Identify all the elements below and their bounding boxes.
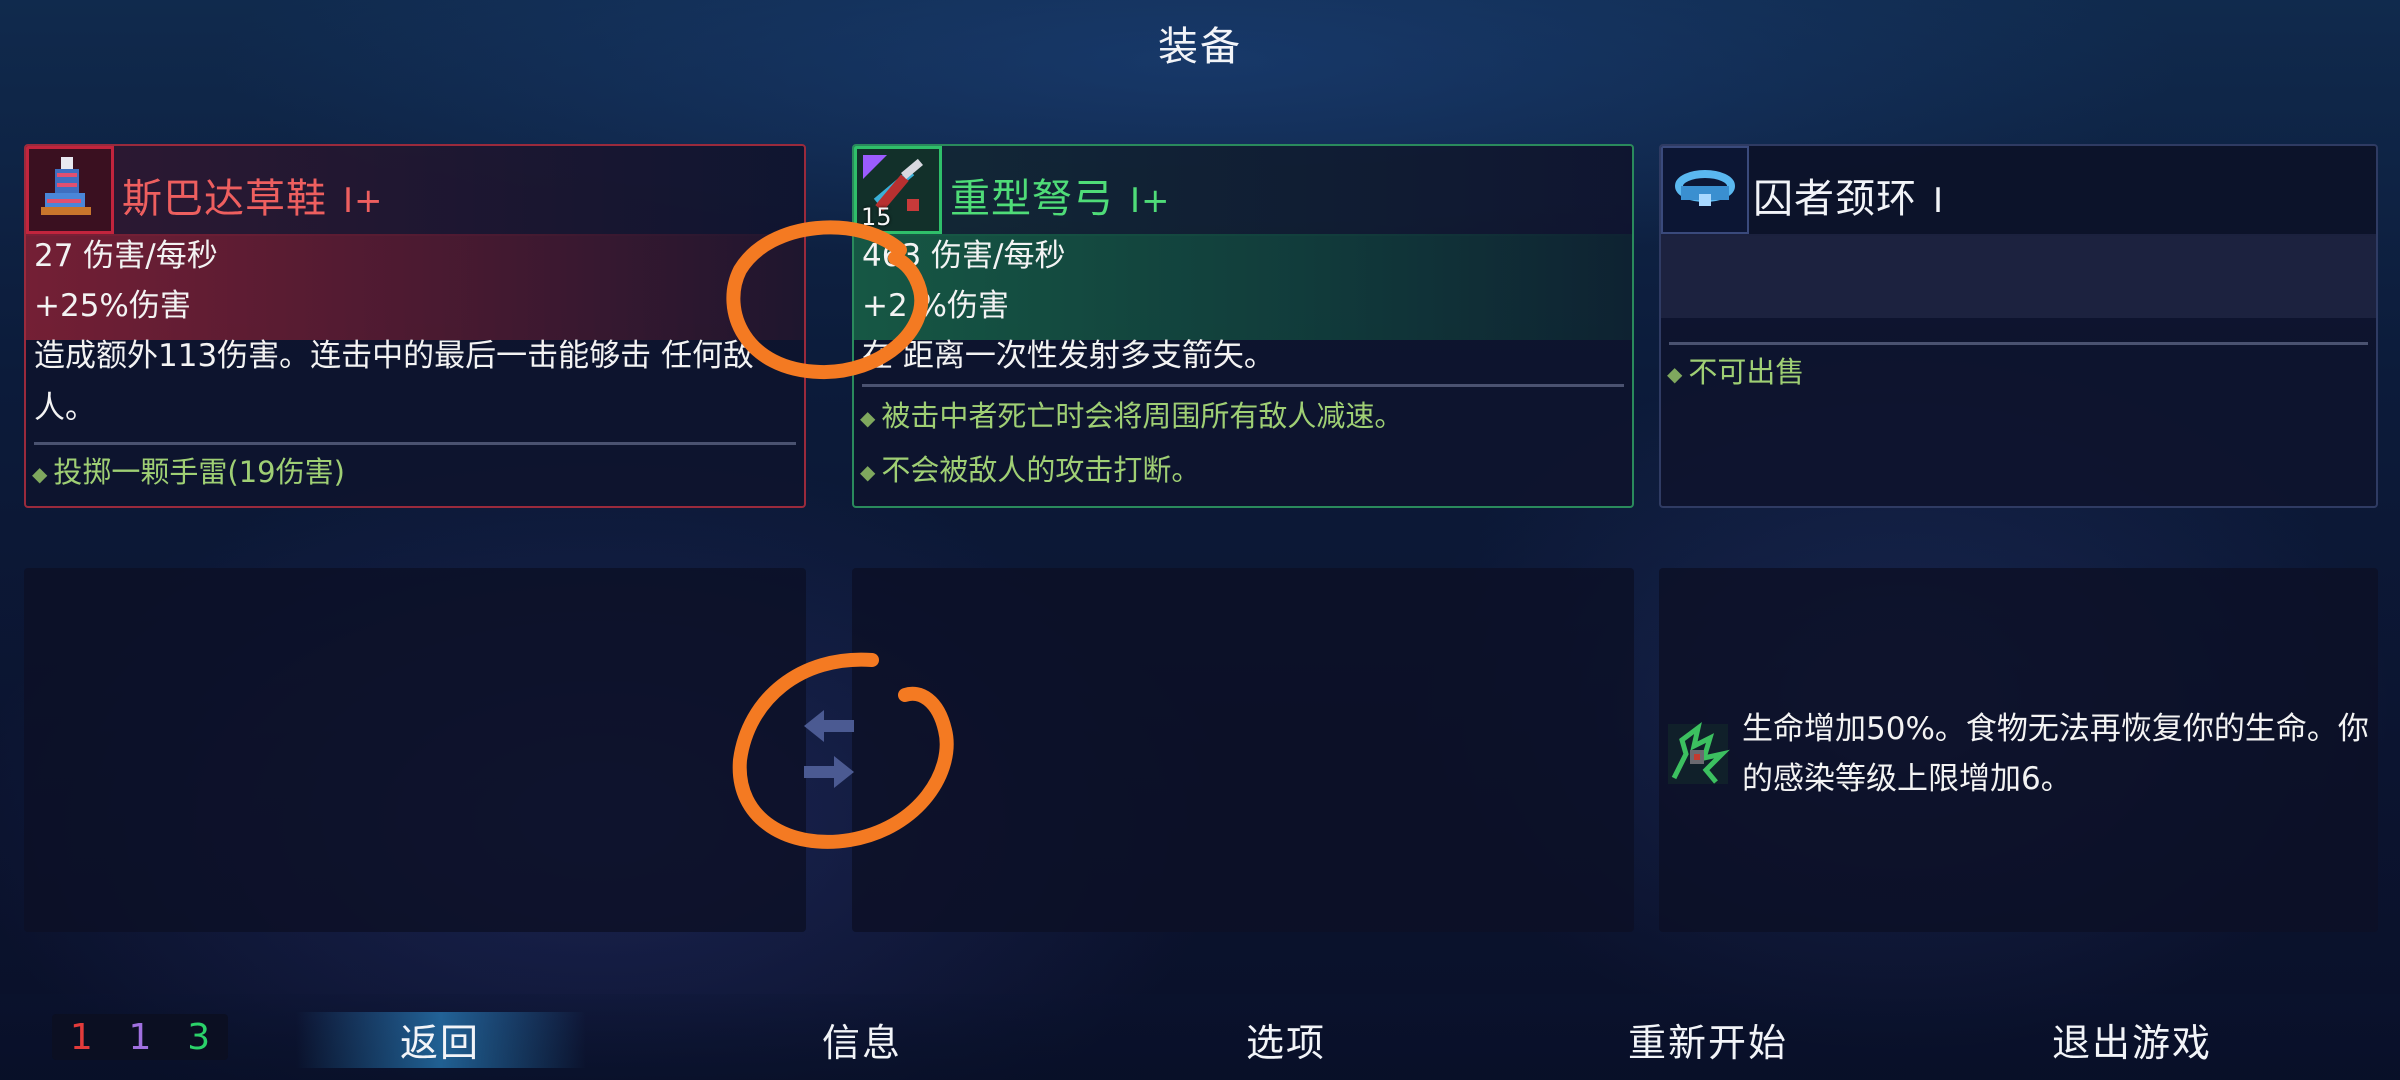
- item-name-text: 斯巴达草鞋: [122, 176, 327, 222]
- mutation-description: 生命增加50%。食物无法再恢复你的生命。你的感染等级上限增加6。: [1742, 711, 2369, 797]
- damage-bonus-stat: +2 %伤害: [862, 288, 1010, 324]
- divider: [34, 442, 796, 445]
- item-name: 囚者颈环 I: [1753, 166, 1944, 224]
- damage-bonus-stat: +25%伤害: [34, 288, 191, 324]
- equipment-card-crossbow[interactable]: 15 重型弩弓 I+ 463 伤害/每秒 +2 %伤害 在 距离一次性发射多支箭矢…: [852, 144, 1634, 508]
- dps-stat: 463 伤害/每秒: [862, 238, 1066, 274]
- item-effects: ◆ 投掷一颗手雷(19伤害): [32, 446, 796, 500]
- effect-line: ◆ 被击中者死亡时会将周围所有敌人减速。: [860, 390, 1624, 444]
- mutation-vine-icon: [1662, 718, 1734, 790]
- back-button[interactable]: 返回: [320, 1012, 560, 1067]
- divider: [1669, 342, 2368, 345]
- effect-text: 不可出售: [1688, 355, 1805, 389]
- diamond-icon: ◆: [860, 460, 876, 484]
- diamond-icon: ◆: [860, 406, 876, 430]
- collar-icon: [1661, 146, 1749, 234]
- item-effects: ◆ 不可出售: [1667, 346, 2368, 400]
- diamond-icon: ◆: [32, 462, 48, 486]
- effect-text: 被击中者死亡时会将周围所有敌人减速。: [881, 399, 1404, 433]
- restart-button[interactable]: 重新开始: [1588, 1012, 1828, 1067]
- page-title: 装备: [1158, 24, 1242, 70]
- item-description: 造成额外113伤害。连击中的最后一击能够击 任何敌人。: [34, 338, 755, 426]
- item-tier: I: [1933, 181, 1945, 221]
- dps-stat: 27 伤害/每秒: [34, 238, 218, 274]
- item-level: 15: [861, 203, 892, 231]
- effect-line: ◆ 不会被敌人的攻击打断。: [860, 444, 1624, 498]
- effect-text: 投掷一颗手雷(19伤害): [53, 455, 345, 489]
- info-button[interactable]: 信息: [742, 1012, 982, 1067]
- tactics-counter: 1: [128, 1016, 152, 1058]
- item-name-text: 囚者颈环: [1753, 176, 1917, 222]
- item-effects: ◆ 被击中者死亡时会将周围所有敌人减速。 ◆ 不会被敌人的攻击打断。: [860, 390, 1624, 498]
- empty-equipment-slot[interactable]: [24, 568, 806, 932]
- equipment-card-sandals[interactable]: 斯巴达草鞋 I+ 27 伤害/每秒 +25%伤害 造成额外113伤害。连击中的最后…: [24, 144, 806, 508]
- effect-line: ◆ 不可出售: [1667, 346, 2368, 400]
- diamond-icon: ◆: [1667, 362, 1683, 386]
- effect-text: 不会被敌人的攻击打断。: [881, 453, 1201, 487]
- options-button[interactable]: 选项: [1166, 1012, 1406, 1067]
- sandal-icon: [26, 146, 114, 234]
- quit-game-button[interactable]: 退出游戏: [2012, 1012, 2252, 1067]
- item-name: 重型弩弓 I+: [950, 166, 1171, 224]
- brutality-counter: 1: [69, 1016, 93, 1058]
- survival-counter: 3: [187, 1016, 211, 1058]
- equipment-card-collar[interactable]: 囚者颈环 I ◆ 不可出售: [1659, 144, 2378, 508]
- swap-arrows-icon[interactable]: [800, 704, 858, 794]
- item-name-text: 重型弩弓: [950, 176, 1114, 222]
- stat-counter: 1 1 3: [52, 1014, 228, 1060]
- divider: [862, 384, 1624, 387]
- item-tier: I+: [343, 181, 384, 221]
- item-name: 斯巴达草鞋 I+: [122, 166, 384, 224]
- empty-equipment-slot[interactable]: [852, 568, 1634, 932]
- item-description: 在 距离一次性发射多支箭矢。: [862, 338, 1275, 374]
- stat-band: [1661, 234, 2376, 318]
- effect-line: ◆ 投掷一颗手雷(19伤害): [32, 446, 796, 500]
- crossbow-icon: 15: [854, 146, 942, 234]
- item-tier: I+: [1130, 181, 1171, 221]
